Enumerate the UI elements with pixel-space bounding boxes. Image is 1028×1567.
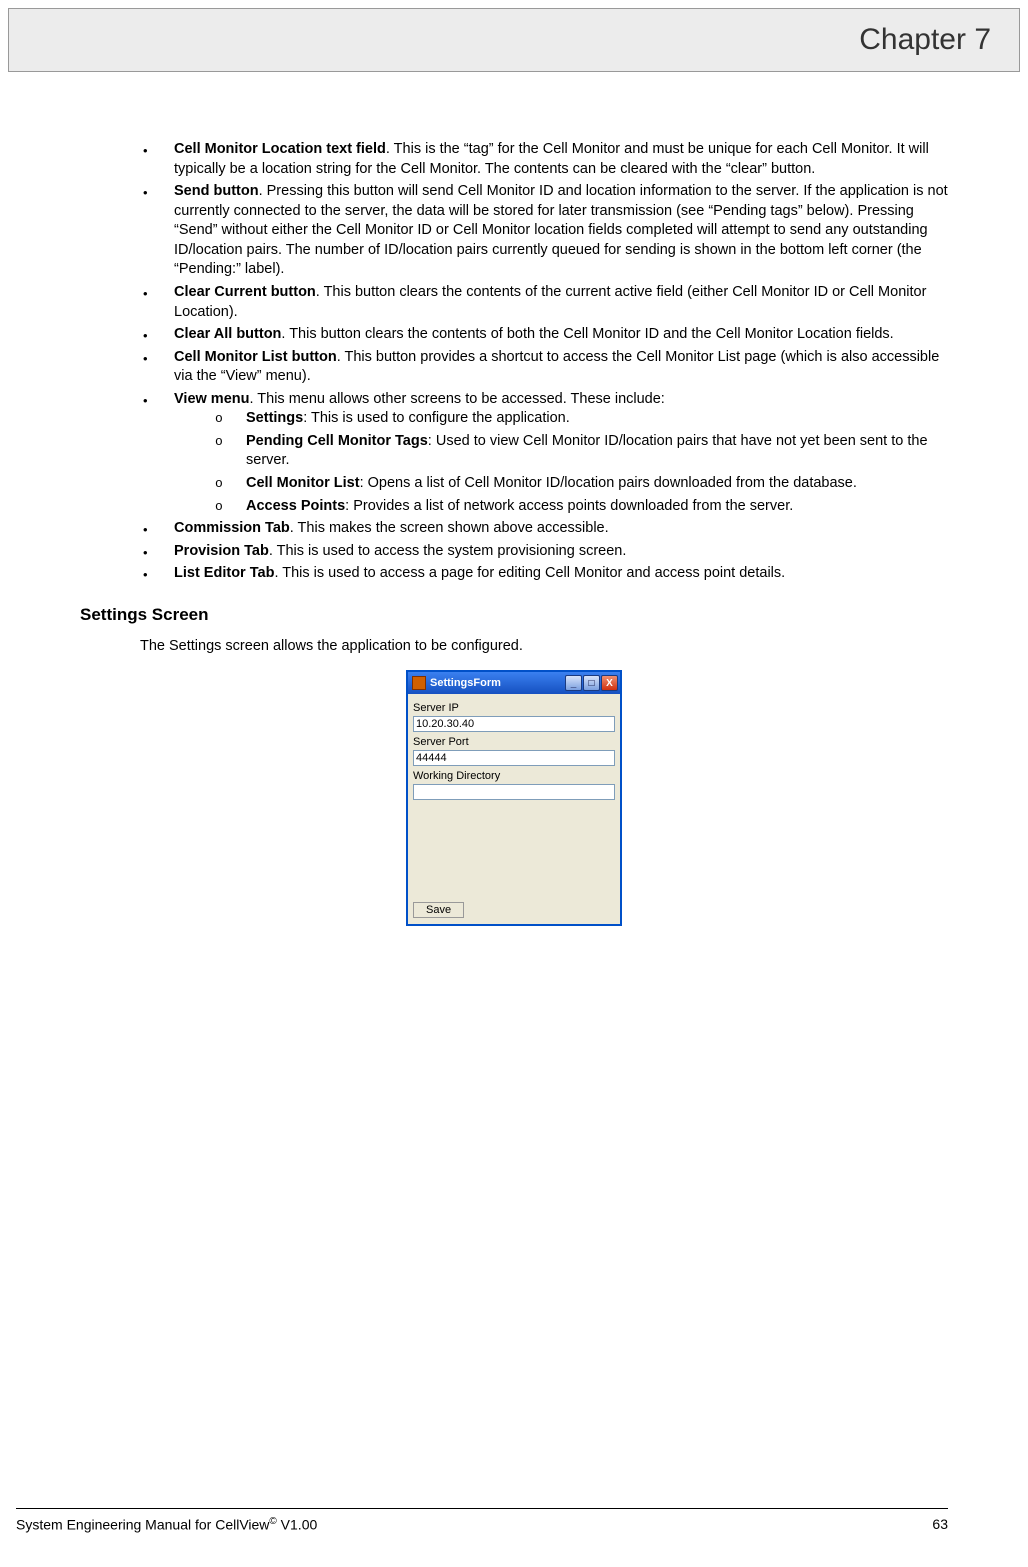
bullet-text: . This is used to access the system prov… <box>269 543 627 559</box>
sub-bullet-text: : This is used to configure the applicat… <box>303 410 570 426</box>
footer-left-post: V1.00 <box>277 1517 317 1533</box>
server-port-input[interactable] <box>413 750 615 766</box>
bullet-label: Clear All button <box>174 326 281 342</box>
server-port-label: Server Port <box>413 735 615 750</box>
form-body: Server IP Server Port Working Directory … <box>408 694 620 924</box>
sub-bullet-item: Pending Cell Monitor Tags: Used to view … <box>212 432 948 471</box>
working-dir-input[interactable] <box>413 784 615 800</box>
section-title: Settings Screen <box>80 604 948 627</box>
bullet-item: Cell Monitor List button. This button pr… <box>140 348 948 387</box>
sub-bullet-item: Settings: This is used to configure the … <box>212 409 948 429</box>
window-titlebar: SettingsForm _ □ X <box>408 672 620 694</box>
bullet-text: . This button clears the contents of bot… <box>281 326 893 342</box>
header-box: Chapter 7 <box>8 8 1020 72</box>
settings-screenshot: SettingsForm _ □ X Server IP Server Port… <box>80 670 948 926</box>
minimize-button[interactable]: _ <box>565 675 582 691</box>
window-icon <box>412 676 426 690</box>
sub-bullet-text: : Provides a list of network access poin… <box>345 498 793 514</box>
bullet-label: View menu <box>174 391 249 407</box>
bullet-label: Clear Current button <box>174 284 316 300</box>
bullet-text: . Pressing this button will send Cell Mo… <box>174 183 948 277</box>
bullet-item: List Editor Tab. This is used to access … <box>140 564 948 584</box>
close-button[interactable]: X <box>601 675 618 691</box>
sub-bullet-label: Pending Cell Monitor Tags <box>246 433 428 449</box>
footer-line <box>16 1508 948 1509</box>
sub-bullet-item: Cell Monitor List: Opens a list of Cell … <box>212 474 948 494</box>
maximize-button[interactable]: □ <box>583 675 600 691</box>
content-body: Cell Monitor Location text field . This i… <box>0 80 1028 946</box>
server-ip-label: Server IP <box>413 701 615 716</box>
bullet-label: Cell Monitor List button <box>174 349 337 365</box>
sub-bullet-label: Access Points <box>246 498 345 514</box>
bullet-label: Provision Tab <box>174 543 269 559</box>
settings-form-window: SettingsForm _ □ X Server IP Server Port… <box>406 670 622 926</box>
bullet-item: View menu. This menu allows other screen… <box>140 390 948 516</box>
bullet-text: . This is used to access a page for edit… <box>274 565 785 581</box>
sub-bullet-list: Settings: This is used to configure the … <box>174 409 948 516</box>
main-bullet-list: Cell Monitor Location text field . This i… <box>80 140 948 584</box>
sub-bullet-label: Cell Monitor List <box>246 475 360 491</box>
copyright-icon: © <box>269 1516 276 1527</box>
chapter-title: Chapter 7 <box>859 20 991 61</box>
server-ip-input[interactable] <box>413 716 615 732</box>
working-dir-label: Working Directory <box>413 769 615 784</box>
save-button[interactable]: Save <box>413 902 464 918</box>
page-number: 63 <box>932 1515 948 1535</box>
bullet-label: List Editor Tab <box>174 565 274 581</box>
bullet-label: Send button <box>174 183 259 199</box>
footer: System Engineering Manual for CellView© … <box>0 1508 1028 1535</box>
section-intro: The Settings screen allows the applicati… <box>80 637 948 657</box>
sub-bullet-label: Settings <box>246 410 303 426</box>
bullet-item: Clear Current button. This button clears… <box>140 283 948 322</box>
sub-bullet-text: : Opens a list of Cell Monitor ID/locati… <box>360 475 857 491</box>
bullet-text: . This menu allows other screens to be a… <box>249 391 664 407</box>
bullet-item: Cell Monitor Location text field. This i… <box>140 140 948 179</box>
bullet-item: Commission Tab. This makes the screen sh… <box>140 519 948 539</box>
sub-bullet-item: Access Points: Provides a list of networ… <box>212 497 948 517</box>
window-title-text: SettingsForm <box>430 676 564 691</box>
bullet-item: Provision Tab. This is used to access th… <box>140 542 948 562</box>
footer-row: System Engineering Manual for CellView© … <box>16 1515 948 1535</box>
footer-left-pre: System Engineering Manual for CellView <box>16 1517 269 1533</box>
footer-left: System Engineering Manual for CellView© … <box>16 1515 317 1535</box>
bullet-item: Send button. Pressing this button will s… <box>140 182 948 280</box>
bullet-text: . This makes the screen shown above acce… <box>290 520 609 536</box>
bullet-item: Clear All button. This button clears the… <box>140 325 948 345</box>
bullet-label: Commission Tab <box>174 520 290 536</box>
bullet-label: Cell Monitor Location text field <box>174 141 386 157</box>
